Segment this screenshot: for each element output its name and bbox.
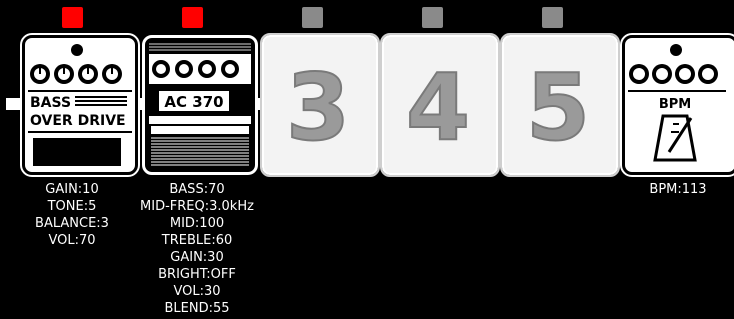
pedal-label-line1: BASS bbox=[30, 95, 71, 111]
effect-5-on-indicator[interactable] bbox=[542, 7, 563, 28]
param-bass: BASS:70 bbox=[169, 182, 225, 197]
param-vol: VOL:70 bbox=[48, 233, 96, 248]
effect-slot-2-ac370[interactable]: AC 370 bbox=[142, 35, 258, 175]
param-bright: BRIGHT:OFF bbox=[158, 267, 236, 282]
effect-4-on-indicator[interactable] bbox=[422, 7, 443, 28]
svg-text:5: 5 bbox=[526, 54, 590, 161]
pedal-label: AC 370 bbox=[164, 93, 223, 111]
param-gain: GAIN:30 bbox=[170, 250, 224, 265]
effect-slot-1-bass-overdrive[interactable]: BASS OVER DRIVE bbox=[20, 33, 140, 177]
bpm-label: BPM bbox=[659, 97, 691, 112]
effect-2-on-indicator[interactable] bbox=[182, 7, 203, 28]
effect-1-params: GAIN:10 TONE:5 BALANCE:3 VOL:70 bbox=[22, 181, 122, 249]
effect-3-on-indicator[interactable] bbox=[302, 7, 323, 28]
effect-slot-3-empty[interactable]: 3 bbox=[260, 33, 380, 177]
slot-number-5: 5 bbox=[525, 53, 591, 162]
svg-text:3: 3 bbox=[286, 54, 350, 161]
param-blend: BLEND:55 bbox=[164, 301, 230, 316]
effect-slot-5-empty[interactable]: 5 bbox=[500, 33, 620, 177]
param-mid: MID:100 bbox=[169, 216, 225, 231]
chain-gap bbox=[0, 97, 6, 111]
param-bpm: BPM:113 bbox=[649, 182, 707, 197]
pedal-label-line2: OVER DRIVE bbox=[30, 113, 126, 129]
slot-number-3: 3 bbox=[285, 53, 351, 162]
effect-2-params: BASS:70 MID-FREQ:3.0kHz MID:100 TREBLE:6… bbox=[126, 181, 268, 317]
param-treble: TREBLE:60 bbox=[161, 233, 233, 248]
effect-slot-4-empty[interactable]: 4 bbox=[380, 33, 500, 177]
param-tone: TONE:5 bbox=[47, 199, 97, 214]
slot-number-4: 4 bbox=[405, 53, 471, 162]
param-vol: VOL:30 bbox=[173, 284, 221, 299]
bass-overdrive-pedal-icon: BASS OVER DRIVE bbox=[28, 44, 132, 166]
param-gain: GAIN:10 bbox=[45, 182, 99, 197]
param-mid-freq: MID-FREQ:3.0kHz bbox=[140, 199, 254, 214]
bpm-params: BPM:113 bbox=[628, 181, 728, 198]
svg-text:4: 4 bbox=[406, 54, 470, 161]
metronome-icon: BPM bbox=[628, 44, 726, 162]
param-balance: BALANCE:3 bbox=[35, 216, 109, 231]
bpm-metronome-slot[interactable]: BPM bbox=[620, 33, 734, 177]
amp-pedal-icon: AC 370 bbox=[149, 43, 251, 166]
effect-1-on-indicator[interactable] bbox=[62, 7, 83, 28]
